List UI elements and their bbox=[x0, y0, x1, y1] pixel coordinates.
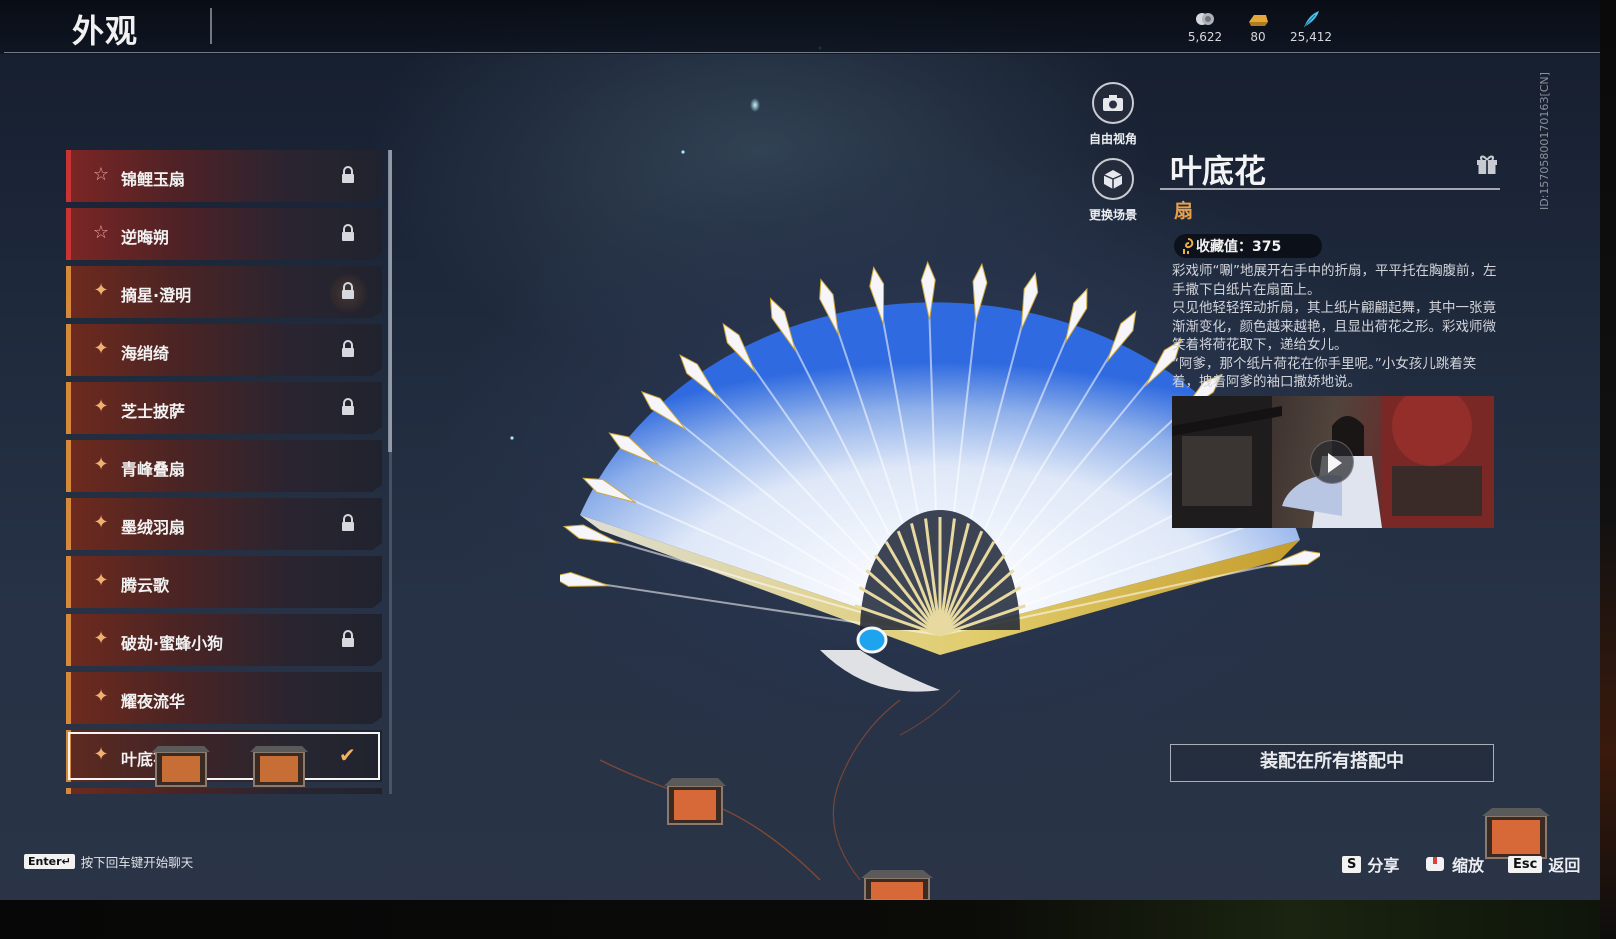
cross-sparkle-icon: ✦ bbox=[93, 512, 109, 533]
back-button[interactable]: Esc 返回 bbox=[1508, 852, 1580, 876]
collection-value-badge: 收藏值：375 bbox=[1174, 234, 1322, 258]
gold-ingot-icon bbox=[1249, 15, 1268, 26]
item-description: 彩戏师“唰”地展开右手中的折扇，平平托在胸腹前，左手撒下白纸片在扇面上。 只见他… bbox=[1172, 263, 1497, 390]
currency-ingot: 80 bbox=[1228, 10, 1288, 44]
cross-sparkle-icon: ✦ bbox=[93, 396, 109, 417]
play-button[interactable] bbox=[1310, 440, 1354, 484]
zoom-button[interactable]: 缩放 bbox=[1424, 852, 1484, 876]
list-item-selected[interactable]: ✦ 叶底花 ✔ bbox=[66, 730, 382, 782]
list-item-label: 墨绒羽扇 bbox=[121, 518, 186, 537]
bottom-band bbox=[0, 900, 1616, 939]
gift-icon[interactable] bbox=[1475, 152, 1499, 176]
checkmark-icon: ✔ bbox=[339, 743, 356, 767]
collection-value-text: 收藏值：375 bbox=[1196, 239, 1282, 255]
player-id: ID:1570580017016З[CN] bbox=[1538, 72, 1551, 210]
list-item[interactable] bbox=[66, 788, 382, 794]
back-label: 返回 bbox=[1548, 856, 1581, 875]
lantern-decoration bbox=[152, 746, 210, 787]
fan-spike bbox=[560, 572, 610, 587]
lock-icon bbox=[342, 282, 354, 299]
title-divider bbox=[210, 8, 212, 44]
change-scene-button[interactable]: 更换场景 bbox=[1078, 158, 1148, 223]
list-item[interactable]: ✦ 海绡绮 bbox=[66, 324, 382, 376]
item-type: 扇 bbox=[1174, 200, 1194, 222]
list-item[interactable]: ✦ 青峰叠扇 bbox=[66, 440, 382, 492]
lock-icon bbox=[342, 630, 354, 647]
list-item-label: 破劫·蜜蜂小狗 bbox=[121, 634, 224, 653]
top-bar: 外观 5,622 80 25,412 bbox=[0, 0, 1600, 54]
share-key: S bbox=[1342, 855, 1362, 873]
star-outline-icon: ☆ bbox=[92, 164, 110, 185]
list-item[interactable]: ✦ 墨绒羽扇 bbox=[66, 498, 382, 550]
list-item-label: 腾云歌 bbox=[121, 576, 170, 595]
list-item[interactable]: ☆ 逆晦朔 bbox=[66, 208, 382, 260]
lock-icon bbox=[342, 398, 354, 415]
list-item[interactable]: ✦ 腾云歌 bbox=[66, 556, 382, 608]
appearance-list[interactable]: ☆ 锦鲤玉扇 ☆ 逆晦朔 ✦ 摘星·澄明 ✦ 海绡绮 ✦ 芝士披萨 ✦ 青峰叠扇 bbox=[66, 150, 382, 794]
currency-feather-value: 25,412 bbox=[1290, 30, 1332, 44]
collection-spiral-icon bbox=[1183, 238, 1194, 254]
list-item[interactable]: ✦ 破劫·蜜蜂小狗 bbox=[66, 614, 382, 666]
fan-gem bbox=[856, 626, 888, 654]
currency-coins: 5,622 bbox=[1175, 10, 1235, 44]
chat-hint: Enter↵ 按下回车键开始聊天 bbox=[24, 852, 193, 871]
currency-coins-value: 5,622 bbox=[1187, 30, 1223, 44]
share-label: 分享 bbox=[1367, 856, 1400, 875]
cross-sparkle-icon: ✦ bbox=[93, 338, 109, 359]
page-title: 外观 bbox=[72, 12, 139, 50]
camera-icon bbox=[1103, 95, 1123, 111]
feather-icon bbox=[1303, 11, 1319, 28]
list-item-label: 青峰叠扇 bbox=[121, 460, 186, 479]
list-item[interactable]: ✦ 摘星·澄明 bbox=[66, 266, 382, 318]
list-item-label: 逆晦朔 bbox=[121, 228, 170, 247]
enter-key-icon: Enter↵ bbox=[24, 854, 75, 869]
list-item-label: 锦鲤玉扇 bbox=[121, 170, 186, 189]
cross-sparkle-icon: ✦ bbox=[93, 628, 109, 649]
list-item[interactable]: ☆ 锦鲤玉扇 bbox=[66, 150, 382, 202]
item-name-divider bbox=[1160, 188, 1500, 190]
zoom-label: 缩放 bbox=[1452, 856, 1485, 875]
lantern-decoration bbox=[250, 746, 308, 787]
scene-cube-icon bbox=[1103, 170, 1123, 189]
list-item-label: 芝士披萨 bbox=[121, 402, 186, 421]
list-item-label: 耀夜流华 bbox=[121, 692, 186, 711]
list-item[interactable]: ✦ 耀夜流华 bbox=[66, 672, 382, 724]
game-scene: 外观 5,622 80 25,412 ☆ 锦鲤玉扇 ☆ 逆晦朔 ✦ 摘星·澄明 … bbox=[0, 0, 1616, 939]
right-edge bbox=[1600, 0, 1616, 939]
lock-icon bbox=[342, 166, 354, 183]
lantern-decoration bbox=[664, 778, 726, 825]
cross-sparkle-icon: ✦ bbox=[93, 570, 109, 591]
change-scene-label: 更换场景 bbox=[1088, 208, 1137, 222]
coin-stack-icon bbox=[1196, 13, 1214, 25]
cross-sparkle-icon: ✦ bbox=[93, 686, 109, 707]
lock-icon bbox=[342, 514, 354, 531]
currency-ingot-value: 80 bbox=[1250, 30, 1266, 44]
list-item-label: 摘星·澄明 bbox=[121, 286, 192, 305]
currency-feather: 25,412 bbox=[1281, 10, 1341, 44]
mouse-scroll-icon bbox=[1426, 857, 1444, 871]
list-item[interactable]: ✦ 芝士披萨 bbox=[66, 382, 382, 434]
lock-icon bbox=[342, 340, 354, 357]
chat-hint-text: 按下回车键开始聊天 bbox=[80, 855, 194, 870]
list-item-label: 海绡绮 bbox=[121, 344, 170, 363]
cross-sparkle-icon: ✦ bbox=[93, 744, 109, 765]
free-view-button[interactable]: 自由视角 bbox=[1078, 82, 1148, 147]
star-outline-icon: ☆ bbox=[92, 222, 110, 243]
equip-all-button[interactable]: 装配在所有搭配中 bbox=[1170, 744, 1494, 782]
cross-sparkle-icon: ✦ bbox=[93, 280, 109, 301]
cross-sparkle-icon: ✦ bbox=[93, 454, 109, 475]
item-name: 叶底花 bbox=[1170, 152, 1267, 190]
top-rule bbox=[4, 52, 1600, 53]
share-button[interactable]: S 分享 bbox=[1342, 852, 1399, 876]
fan-base bbox=[820, 650, 940, 692]
free-view-label: 自由视角 bbox=[1088, 132, 1137, 146]
lock-icon bbox=[342, 224, 354, 241]
lantern-decoration bbox=[861, 870, 933, 900]
esc-key: Esc bbox=[1508, 855, 1543, 873]
list-scrollbar-thumb[interactable] bbox=[388, 150, 392, 452]
